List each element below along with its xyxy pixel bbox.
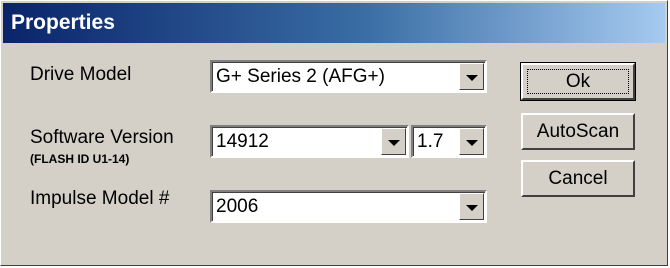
software-revision-select[interactable]: 1.7 bbox=[411, 125, 487, 158]
dialog-title: Properties bbox=[11, 11, 115, 34]
impulse-model-label: Impulse Model # bbox=[30, 188, 170, 209]
drive-model-value: G+ Series 2 (AFG+) bbox=[216, 66, 385, 87]
cancel-button[interactable]: Cancel bbox=[521, 160, 635, 197]
properties-dialog: Properties Drive Model G+ Series 2 (AFG+… bbox=[0, 0, 668, 266]
impulse-model-select[interactable]: 2006 bbox=[210, 190, 487, 223]
drive-model-select[interactable]: G+ Series 2 (AFG+) bbox=[210, 60, 487, 93]
chevron-down-icon[interactable] bbox=[459, 128, 484, 155]
chevron-down-icon[interactable] bbox=[459, 63, 484, 90]
chevron-down-icon[interactable] bbox=[381, 128, 406, 155]
ok-button[interactable]: Ok bbox=[520, 62, 636, 101]
chevron-down-icon[interactable] bbox=[459, 193, 484, 220]
software-version-label: Software Version bbox=[30, 127, 174, 148]
impulse-model-value: 2006 bbox=[216, 196, 259, 217]
software-revision-value: 1.7 bbox=[417, 131, 444, 152]
drive-model-label: Drive Model bbox=[30, 64, 132, 85]
autoscan-button[interactable]: AutoScan bbox=[521, 113, 635, 150]
title-bar[interactable]: Properties bbox=[3, 3, 665, 43]
autoscan-button-label: AutoScan bbox=[536, 120, 620, 142]
software-version-select[interactable]: 14912 bbox=[210, 125, 409, 158]
cancel-button-label: Cancel bbox=[548, 167, 608, 189]
focus-ring bbox=[527, 69, 629, 94]
software-version-value: 14912 bbox=[216, 131, 269, 152]
flash-id-label: (FLASH ID U1-14) bbox=[30, 152, 130, 166]
